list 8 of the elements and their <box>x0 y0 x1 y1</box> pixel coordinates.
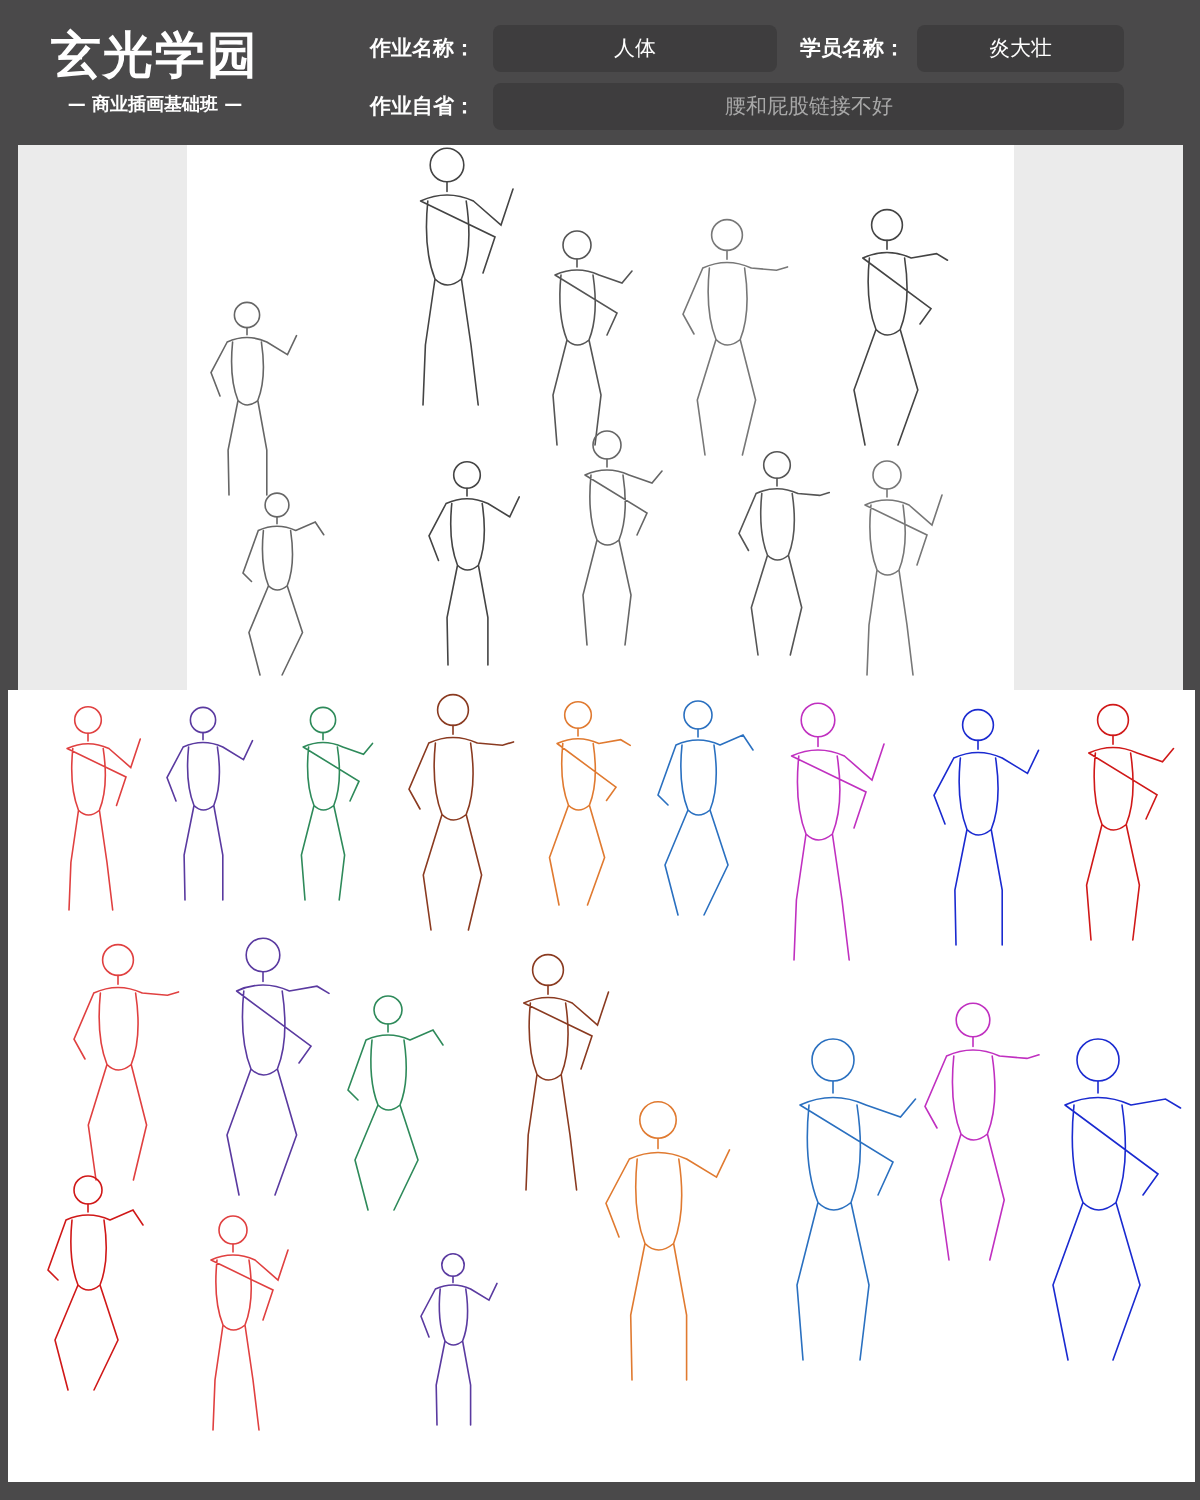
field-label: 学员名称： <box>800 34 906 62</box>
logo-subtitle: — 商业插画基础班 — <box>67 92 243 116</box>
field-label: 作业自省： <box>370 92 476 120</box>
field-value: 人体 <box>493 25 777 72</box>
field-value: 腰和屁股链接不好 <box>493 83 1124 130</box>
logo-title: 玄光学园 <box>51 25 259 86</box>
field-value: 炎大壮 <box>917 25 1124 72</box>
field-label: 作业名称： <box>370 34 476 62</box>
